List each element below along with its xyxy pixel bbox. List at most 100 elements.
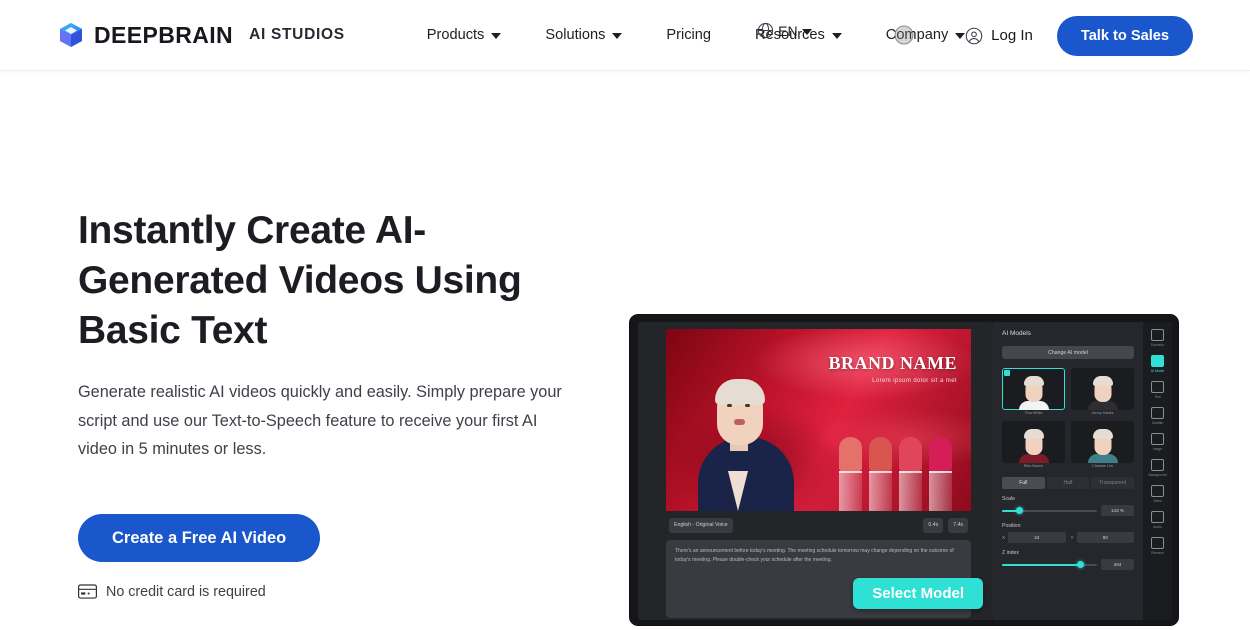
ai-models-inspector: AI Models Change AI model Tina White Jen… [993,322,1143,620]
product-demo-panel: BRAND NAME Lorem ipsum dolor sit a met E… [629,314,1179,626]
chevron-down-icon [491,33,502,39]
nav-label: Products [426,27,485,43]
ai-model-card[interactable] [1071,421,1134,463]
axis-x-label: X [1002,535,1006,540]
tool-label: Image [1152,447,1163,451]
axis-y-label: Y [1070,535,1074,540]
tool-label: AI Model [1150,369,1165,373]
brand-name: DEEPBRAIN [94,21,234,48]
image-icon [1151,433,1164,445]
tab-half[interactable]: Half [1046,477,1090,489]
zindex-control: Z index 404 [1002,550,1134,570]
tool-label: Scenario [1150,343,1165,347]
tool-video[interactable]: Video [1145,483,1170,505]
ai-model-name: Rita Adams [1023,464,1044,468]
tool-label: Text [1154,395,1161,399]
background-icon [1151,459,1164,471]
tool-image[interactable]: Image [1145,431,1170,453]
tool-background[interactable]: Background [1145,457,1170,479]
tool-subtitle[interactable]: Subtitle [1145,405,1170,427]
total-duration[interactable]: 7.4s [948,517,968,533]
chevron-down-icon [955,33,966,39]
cube-logo-icon [58,22,84,48]
nav-item-solutions[interactable]: Solutions [523,15,644,55]
brand-logo[interactable]: DEEPBRAIN AI STUDIOS [58,22,345,49]
position-x-input[interactable]: 24 [1008,532,1066,543]
hero-subtitle: Generate realistic AI videos quickly and… [78,383,562,458]
tool-audio[interactable]: Audio [1145,509,1170,531]
ai-model-grid: Tina White Jenny Hanks Rita Adams Claris… [1002,368,1134,468]
globe-icon [757,22,774,39]
inspector-title: AI Models [1002,330,1031,337]
chevron-down-icon [831,33,842,39]
create-free-ai-video-button[interactable]: Create a Free AI Video [78,513,321,562]
editor-tool-rail: Scenario AI Model Text Subtitle Image Ba… [1143,322,1172,620]
ai-model-name: Jenny Hanks [1091,411,1114,415]
scale-value[interactable]: 143 % [1101,505,1134,516]
nav-label: Company [885,27,949,43]
position-label: Position [1002,523,1021,529]
ai-model-card[interactable] [1002,421,1065,463]
ai-presenter-avatar [690,346,802,511]
selected-check-icon [1004,370,1010,376]
ai-model-card[interactable] [1002,368,1065,410]
video-icon [1151,485,1164,497]
talk-to-sales-button[interactable]: Talk to Sales [1056,15,1193,56]
zindex-value[interactable]: 404 [1101,559,1134,570]
model-crop-tabs: Full Half Transparent [1002,477,1135,489]
scale-slider[interactable] [1002,506,1097,514]
chevron-down-icon [801,28,812,35]
login-label: Log In [991,27,1033,44]
main-navigation: Products Solutions Pricing Resources Com… [405,15,987,55]
page-title: Instantly Create AI-Generated Videos Usi… [78,209,522,352]
nav-label: Pricing [666,27,712,43]
ai-model-name: Tina White [1024,411,1043,415]
ai-model-name: Clarisse Lim [1092,464,1113,468]
tool-label: Audio [1153,525,1162,529]
zindex-slider[interactable] [1002,560,1097,568]
text-icon [1151,381,1164,393]
credit-card-icon [78,584,97,599]
nav-item-pricing[interactable]: Pricing [644,15,733,55]
subtitle-icon [1151,407,1164,419]
clip-duration-label: 0.4s [928,522,939,528]
change-ai-model-button[interactable]: Change AI model [1002,346,1134,359]
tool-element[interactable]: Element [1145,535,1170,557]
hero-section: Instantly Create AI-Generated Videos Usi… [0,71,1250,630]
tab-transparent[interactable]: Transparent [1091,477,1135,489]
login-button[interactable]: Log In [965,27,1033,45]
ai-model-card[interactable] [1071,368,1134,410]
demo-scene-toolbar: English - Original Voice 0.4s 7.4s [666,514,971,536]
tab-full[interactable]: Full [1002,477,1045,489]
language-selector[interactable]: EN [757,22,812,39]
tool-label: Background [1148,473,1167,477]
tool-label: Subtitle [1151,421,1164,425]
tool-ai-model[interactable]: AI Model [1145,353,1170,375]
tool-label: Video [1153,499,1162,503]
tool-scenario[interactable]: Scenario [1145,327,1170,349]
element-icon [1151,537,1164,549]
scale-control: Scale 143 % [1002,496,1134,516]
chevron-down-icon [612,33,623,39]
demo-video-stage[interactable]: BRAND NAME Lorem ipsum dolor sit a met [666,329,971,511]
lipstick-product-image [837,419,965,511]
scale-label: Scale [1002,496,1015,502]
voice-label: English - Original Voice [674,522,728,528]
clip-duration[interactable]: 0.4s [923,517,944,533]
script-text: There's an announcement before today's m… [675,548,954,563]
zindex-label: Z index [1002,550,1020,556]
select-model-button[interactable]: Select Model [853,578,983,609]
nav-item-products[interactable]: Products [405,15,524,55]
header-right-group: EN Log In Talk to Sales [758,0,1250,71]
total-duration-label: 7.4s [953,522,963,528]
user-circle-icon [965,27,983,45]
position-y-input[interactable]: 60 [1076,532,1134,543]
tool-text[interactable]: Text [1145,379,1170,401]
demo-editor: BRAND NAME Lorem ipsum dolor sit a met E… [638,322,993,620]
tool-label: Element [1151,551,1164,555]
nav-label: Solutions [545,27,606,43]
position-control: Position X 24 Y 60 [1002,523,1134,543]
voice-selector[interactable]: English - Original Voice [669,517,733,533]
no-credit-card-note: No credit card is required [78,584,598,600]
audio-icon [1151,511,1164,523]
